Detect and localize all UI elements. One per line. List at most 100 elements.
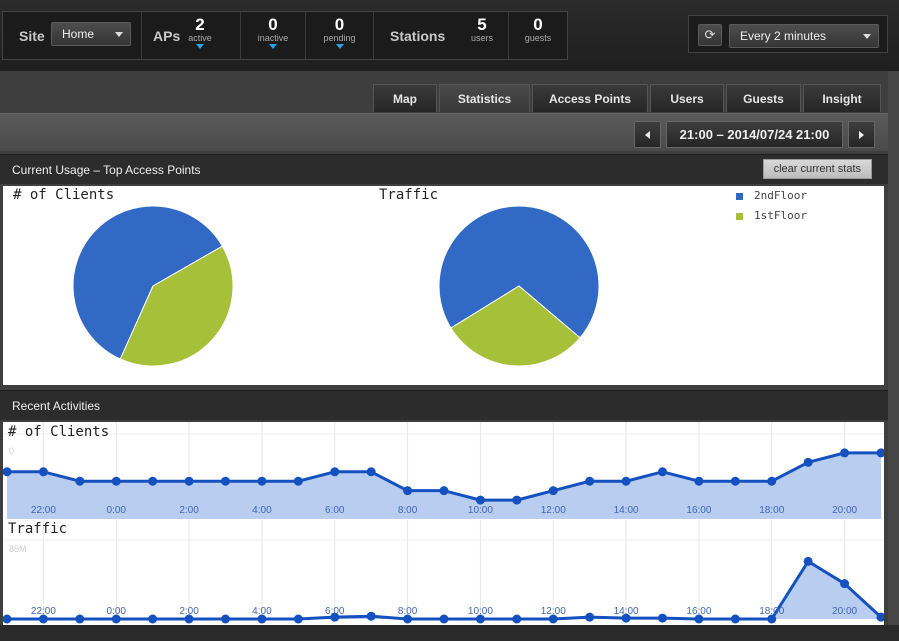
tab-access-points[interactable]: Access Points (532, 84, 648, 112)
x-tick-label: 6:00 (325, 505, 345, 516)
next-range-button[interactable] (848, 121, 875, 148)
x-tick-label: 8:00 (398, 505, 418, 516)
aps-segment: APs 2 active (142, 12, 241, 59)
x-tick-label: 22:00 (31, 606, 56, 617)
pending-segment: 0 pending (306, 12, 374, 59)
data-point (840, 448, 850, 458)
aps-active-counter[interactable]: 2 active (170, 12, 230, 49)
scrollbar[interactable] (888, 71, 899, 625)
current-usage-panel: # of Clients Traffic 2ndFloor 1stFloor (3, 186, 884, 385)
stats-bar: Site Home APs 2 active 0 inactive 0 pend… (2, 11, 568, 60)
refresh-interval-select[interactable]: Every 2 minutes (729, 24, 879, 48)
active-label: active (188, 33, 212, 43)
data-point (621, 476, 631, 486)
time-range-bar: 21:00 – 2014/07/24 21:00 (0, 113, 888, 151)
chevron-right-icon (859, 131, 864, 139)
legend-swatch (736, 192, 743, 200)
bottom-strip (0, 625, 899, 641)
data-point (475, 495, 485, 505)
data-point (585, 476, 595, 486)
data-point (803, 556, 813, 566)
data-point (330, 467, 340, 477)
data-point (293, 614, 303, 624)
refresh-button[interactable]: ⟳ (698, 24, 722, 46)
y-tick-label: 0 (9, 446, 14, 456)
users-counter[interactable]: 5 users (460, 12, 504, 43)
data-point (840, 579, 850, 589)
x-tick-label: 10:00 (468, 505, 493, 516)
site-select[interactable]: Home (51, 22, 131, 46)
chevron-down-icon (115, 32, 123, 37)
x-tick-label: 18:00 (759, 505, 784, 516)
tab-insight[interactable]: Insight (803, 84, 881, 112)
data-point (75, 614, 85, 624)
current-usage-header: Current Usage – Top Access Points clear … (0, 154, 888, 184)
active-count: 2 (195, 15, 205, 34)
data-point (148, 476, 158, 486)
legend-label: 1stFloor (754, 209, 807, 222)
recent-traffic-title: Traffic (8, 521, 68, 537)
inactive-segment: 0 inactive (241, 12, 306, 59)
legend-item-1stfloor: 1stFloor (736, 209, 807, 222)
pending-count: 0 (334, 15, 345, 34)
data-point (439, 614, 449, 624)
data-point (658, 613, 667, 623)
series-line (7, 559, 883, 621)
x-tick-label: 4:00 (252, 505, 272, 516)
x-tick-label: 14:00 (614, 606, 639, 617)
x-tick-label: 16:00 (686, 606, 711, 617)
guests-label: guests (524, 33, 552, 43)
guests-count: 0 (533, 15, 543, 34)
x-tick-label: 0:00 (107, 505, 127, 516)
x-tick-label: 14:00 (614, 505, 639, 516)
guests-counter[interactable]: 0 guests (509, 12, 567, 43)
refresh-group: ⟳ Every 2 minutes (688, 15, 888, 53)
site-segment: Site Home (3, 12, 142, 59)
data-point (512, 495, 522, 505)
data-point (730, 476, 740, 486)
x-tick-label: 2:00 (179, 606, 199, 617)
data-point (148, 614, 158, 624)
chevron-left-icon (645, 131, 650, 139)
app-window: Site Home APs 2 active 0 inactive 0 pend… (0, 0, 899, 641)
site-select-value: Home (62, 27, 95, 41)
interval-value: Every 2 minutes (740, 29, 827, 43)
data-point (38, 467, 48, 477)
recent-activities-header: Recent Activities (0, 390, 888, 420)
tab-users[interactable]: Users (650, 84, 724, 112)
site-label: Site (19, 28, 45, 44)
aps-inactive-counter[interactable]: 0 inactive (241, 12, 305, 49)
tab-map[interactable]: Map (373, 84, 437, 112)
data-point (658, 467, 667, 477)
data-point (257, 476, 267, 486)
tab-statistics[interactable]: Statistics (439, 84, 530, 112)
legend-label: 2ndFloor (754, 189, 807, 202)
guests-segment: 0 guests (509, 12, 567, 59)
x-tick-label: 2:00 (179, 505, 199, 516)
previous-range-button[interactable] (634, 121, 661, 148)
x-tick-label: 4:00 (252, 606, 272, 617)
recent-activities-charts: 22:00 0:00 2:00 4:00 6:00 8:00 10:00 12:00 14:00… (3, 422, 884, 624)
clear-current-stats-button[interactable]: clear current stats (762, 159, 872, 179)
x-tick-label: 12:00 (541, 505, 566, 516)
aps-pending-counter[interactable]: 0 pending (306, 12, 373, 49)
data-point (221, 476, 230, 486)
caret-down-icon (269, 44, 277, 49)
recent-clients-title: # of Clients (8, 424, 110, 440)
x-tick-label: 0:00 (107, 606, 127, 617)
recent-activities-title: Recent Activities (12, 399, 101, 413)
refresh-icon: ⟳ (704, 27, 716, 42)
top-bar: Site Home APs 2 active 0 inactive 0 pend… (0, 0, 899, 71)
data-point (184, 476, 194, 486)
data-point (548, 486, 558, 496)
data-point (293, 476, 303, 486)
data-point (366, 467, 376, 477)
x-tick-label: 20:00 (832, 606, 857, 617)
legend-item-2ndfloor: 2ndFloor (736, 189, 807, 202)
data-point (403, 486, 413, 496)
stations-label: Stations (390, 28, 446, 44)
tab-guests[interactable]: Guests (726, 84, 801, 112)
time-range-label[interactable]: 21:00 – 2014/07/24 21:00 (666, 121, 843, 148)
area-fill (7, 452, 881, 519)
x-tick-label: 6:00 (325, 606, 345, 617)
